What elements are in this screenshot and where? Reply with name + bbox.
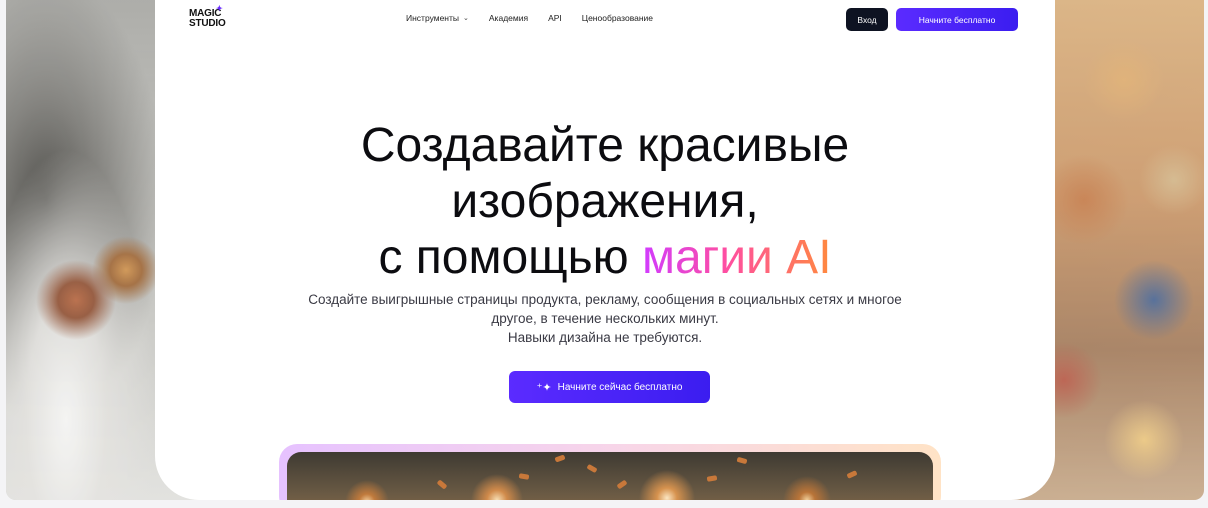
hero-cta-button[interactable]: ⁺✦ Начните сейчас бесплатно bbox=[509, 371, 710, 403]
magic-studio-logo[interactable]: MAGIC STUDIO ✦ bbox=[189, 4, 229, 31]
nav-item-label: Инструменты bbox=[406, 13, 460, 23]
nav-item-label: Академия bbox=[488, 13, 529, 23]
chevron-down-icon: ⌄ bbox=[463, 15, 469, 22]
nav-item-label: API bbox=[548, 13, 562, 23]
top-navigation: MAGIC STUDIO ✦ Инструменты ⌄ Академия AP… bbox=[155, 0, 1055, 40]
preview-image bbox=[287, 452, 933, 500]
hero-cta-label: Начните сейчас бесплатно bbox=[557, 381, 683, 393]
nav-item-label: Ценообразование bbox=[581, 13, 654, 23]
logo-text-bottom: STUDIO bbox=[189, 18, 226, 29]
nav-menu: Инструменты ⌄ Академия API Ценообразован… bbox=[406, 13, 653, 23]
start-free-button[interactable]: Начните бесплатно bbox=[896, 8, 1018, 31]
hero-subtitle-line3: Навыки дизайна не требуются. bbox=[507, 330, 703, 345]
nav-item-academy[interactable]: Академия bbox=[489, 13, 528, 23]
nav-item-pricing[interactable]: Ценообразование bbox=[582, 13, 653, 23]
preview-frame bbox=[279, 444, 941, 500]
logo-sparkle-icon: ✦ bbox=[216, 4, 223, 13]
nav-item-api[interactable]: API bbox=[548, 13, 562, 23]
hero-title-line1: Создавайте красивые bbox=[360, 119, 850, 172]
hero-title: Создавайте красивые изображения, с помощ… bbox=[155, 118, 1055, 286]
hero-title-line3: с помощью bbox=[378, 231, 629, 284]
nav-item-tools[interactable]: Инструменты ⌄ bbox=[406, 13, 469, 23]
main-card: MAGIC STUDIO ✦ Инструменты ⌄ Академия AP… bbox=[155, 0, 1055, 500]
login-button[interactable]: Вход bbox=[846, 8, 888, 31]
hero-subtitle-line2: другое, в течение нескольких минут. bbox=[491, 311, 719, 326]
sparkle-icon: ⁺✦ bbox=[536, 381, 552, 394]
hero-subtitle: Создайте выигрышные страницы продукта, р… bbox=[265, 290, 945, 347]
browser-viewport: MAGIC STUDIO ✦ Инструменты ⌄ Академия AP… bbox=[6, 0, 1204, 500]
hero-title-accent: магии AI bbox=[642, 231, 832, 284]
hero-subtitle-line1: Создайте выигрышные страницы продукта, р… bbox=[308, 292, 902, 307]
hero-title-line2: изображения, bbox=[451, 175, 759, 228]
